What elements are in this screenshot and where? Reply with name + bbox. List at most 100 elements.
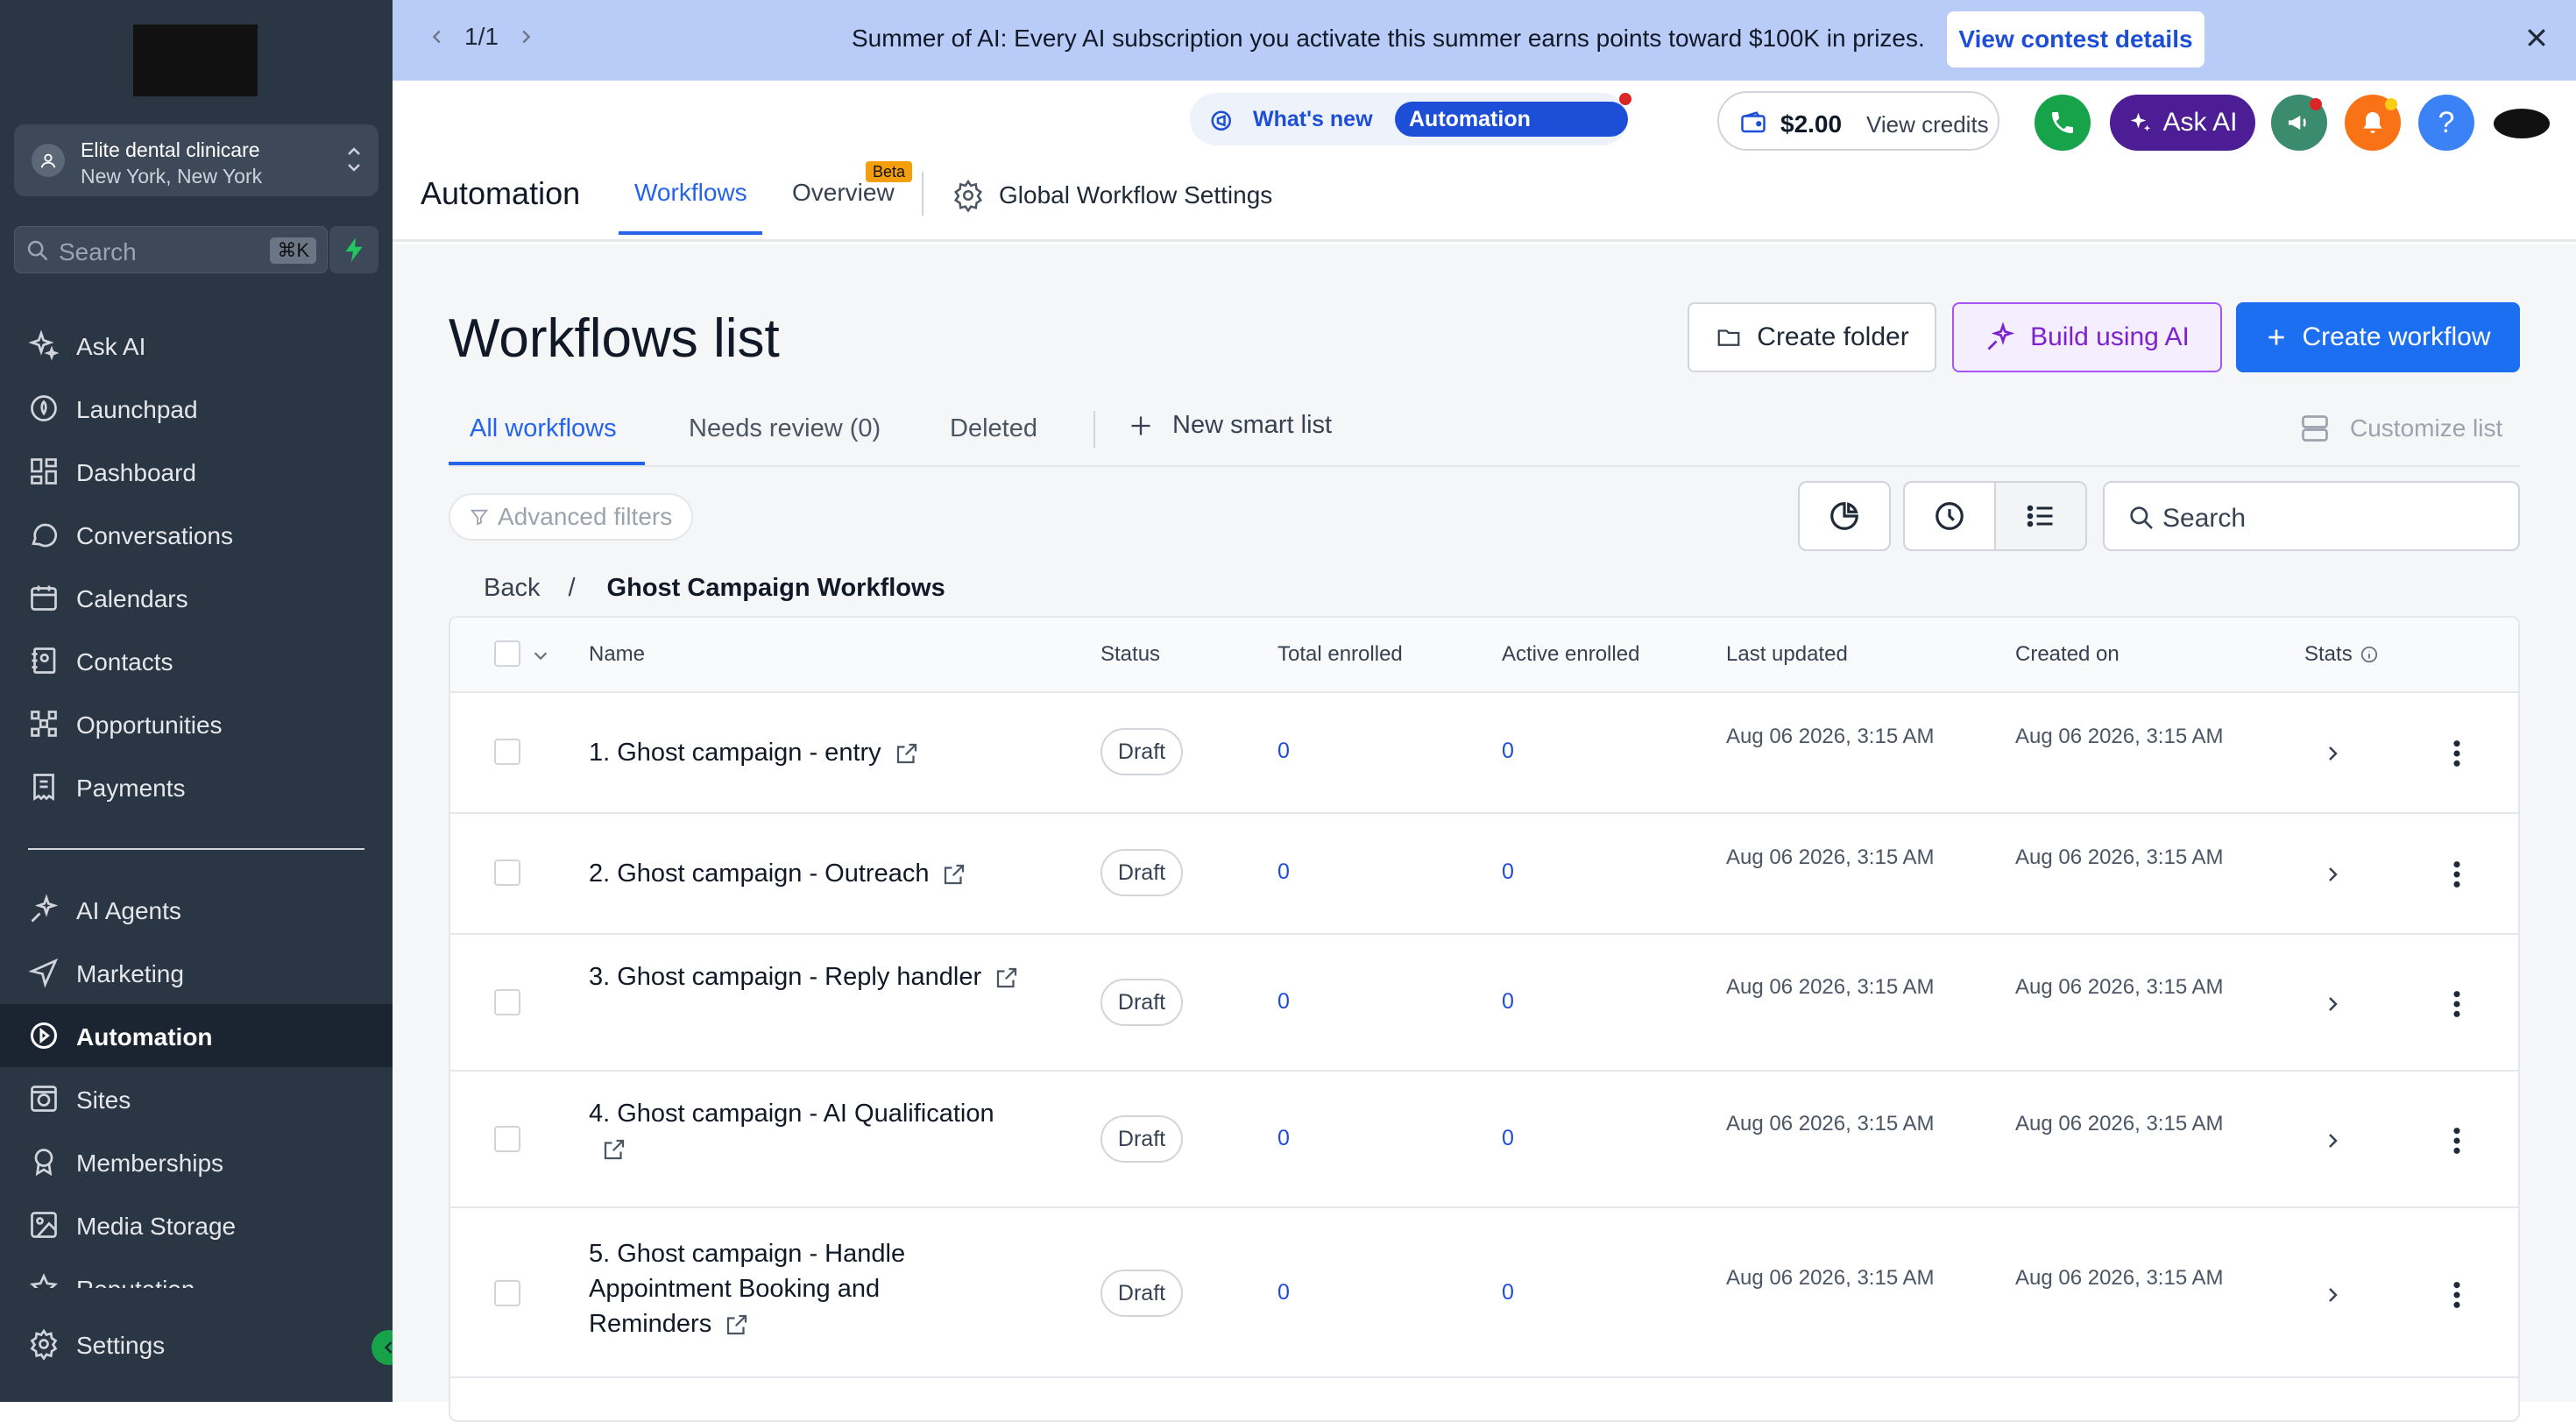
announcements-button[interactable]	[2271, 95, 2327, 151]
credits-amount: $2.00	[1780, 110, 1843, 138]
more-options-icon[interactable]	[2452, 860, 2462, 889]
table-row[interactable]: 3. Ghost campaign - Reply handler Draft …	[450, 935, 2518, 1072]
tab-deleted[interactable]: Deleted	[950, 414, 1037, 443]
chevron-right-icon[interactable]	[2322, 742, 2343, 765]
automation-updates-badge[interactable]: Automation updates	[1395, 102, 1628, 166]
sidebar-item-dashboard[interactable]: Dashboard	[0, 440, 393, 503]
external-link-icon[interactable]	[941, 861, 967, 888]
close-icon[interactable]	[2523, 25, 2550, 51]
sidebar-item-label: Reputation	[76, 1276, 195, 1288]
help-button[interactable]: ?	[2418, 95, 2474, 151]
workflow-name[interactable]: 1. Ghost campaign - entry	[589, 735, 1044, 770]
row-checkbox[interactable]	[494, 1126, 520, 1152]
sidebar-item-conversations[interactable]: Conversations	[0, 503, 393, 566]
row-checkbox[interactable]	[494, 860, 520, 886]
view-contest-button[interactable]: View contest details	[1947, 11, 2204, 67]
advanced-filters-button[interactable]: Advanced filters	[449, 493, 694, 541]
build-using-ai-button[interactable]: Build using AI	[1952, 302, 2222, 372]
phone-button[interactable]	[2035, 95, 2091, 151]
tab-needs-review[interactable]: Needs review (0)	[689, 414, 881, 443]
create-workflow-button[interactable]: Create workflow	[2236, 302, 2520, 372]
table-row[interactable]: 1. Ghost campaign - entry Draft 0 0 Aug …	[450, 693, 2518, 814]
stats-header-label: Stats	[2304, 642, 2353, 666]
row-checkbox[interactable]	[494, 739, 520, 765]
notification-dot	[2385, 98, 2397, 110]
sidebar-item-launchpad[interactable]: Launchpad	[0, 377, 393, 440]
create-folder-button[interactable]: Create folder	[1688, 302, 1936, 372]
active-enrolled-value[interactable]: 0	[1502, 989, 1514, 1015]
history-view-button[interactable]	[1903, 481, 1996, 551]
breadcrumb-back[interactable]: Back	[484, 574, 540, 602]
search-icon	[2130, 506, 2153, 529]
customize-list-button[interactable]: Customize list	[2299, 413, 2502, 444]
quick-action-button[interactable]	[329, 226, 379, 273]
total-enrolled-value[interactable]: 0	[1277, 739, 1290, 764]
chevron-left-icon[interactable]	[428, 25, 447, 49]
active-enrolled-value[interactable]: 0	[1502, 860, 1514, 885]
sidebar-item-settings[interactable]: Settings	[0, 1312, 393, 1376]
chevron-right-icon[interactable]	[2322, 993, 2343, 1015]
row-checkbox[interactable]	[494, 1280, 520, 1306]
sidebar-item-memberships[interactable]: Memberships	[0, 1130, 393, 1193]
active-enrolled-value[interactable]: 0	[1502, 1126, 1514, 1151]
external-link-icon[interactable]	[894, 740, 920, 767]
account-switcher[interactable]: Elite dental clinicare New York, New Yor…	[14, 124, 379, 196]
sidebar-item-opportunities[interactable]: Opportunities	[0, 692, 393, 755]
sidebar-item-automation[interactable]: Automation	[0, 1004, 393, 1067]
sidebar-item-payments[interactable]: Payments	[0, 755, 393, 818]
chevron-right-icon[interactable]	[516, 25, 535, 49]
table-row[interactable]: 4. Ghost campaign - AI Qualification Dra…	[450, 1072, 2518, 1208]
chevron-down-icon[interactable]	[531, 646, 550, 665]
sidebar-search-input[interactable]: Search ⌘K	[14, 226, 328, 273]
chevron-right-icon[interactable]	[2322, 1129, 2343, 1152]
active-enrolled-value[interactable]: 0	[1502, 739, 1514, 764]
chevron-right-icon[interactable]	[2322, 1284, 2343, 1306]
whats-new-pill[interactable]: What's new Automation updates	[1190, 93, 1631, 166]
notifications-button[interactable]	[2345, 95, 2401, 151]
global-workflow-settings-button[interactable]: Global Workflow Settings	[952, 179, 1272, 212]
tab-overview[interactable]: Overview	[792, 179, 895, 207]
info-icon[interactable]	[2360, 645, 2379, 664]
more-options-icon[interactable]	[2452, 1280, 2462, 1310]
workflow-name[interactable]: 3. Ghost campaign - Reply handler	[589, 959, 1027, 994]
last-updated-value: Aug 06 2026, 3:15 AM	[1726, 1266, 1935, 1290]
sidebar-item-calendars[interactable]: Calendars	[0, 566, 393, 629]
sidebar-item-contacts[interactable]: Contacts	[0, 629, 393, 692]
select-all-checkbox[interactable]	[494, 640, 520, 667]
more-options-icon[interactable]	[2452, 1126, 2462, 1156]
total-enrolled-value[interactable]: 0	[1277, 1126, 1290, 1151]
sidebar-item-ask-ai[interactable]: Ask AI	[0, 314, 393, 377]
ask-ai-button[interactable]: Ask AI	[2110, 95, 2255, 151]
sidebar-item-marketing[interactable]: Marketing	[0, 941, 393, 1004]
workflow-search-input[interactable]: Search	[2103, 481, 2520, 551]
build-using-ai-label: Build using AI	[2030, 322, 2190, 351]
avatar[interactable]	[2494, 109, 2550, 138]
more-options-icon[interactable]	[2452, 989, 2462, 1019]
row-checkbox[interactable]	[494, 989, 520, 1015]
list-view-button[interactable]	[1994, 481, 2087, 551]
workflow-name[interactable]: 5. Ghost campaign - Handle Appointment B…	[589, 1236, 957, 1341]
create-workflow-label: Create workflow	[2302, 322, 2491, 351]
active-enrolled-value[interactable]: 0	[1502, 1280, 1514, 1305]
sidebar-item-reputation[interactable]: Reputation	[0, 1256, 393, 1288]
workflow-name[interactable]: 4. Ghost campaign - AI Qualification	[589, 1096, 1027, 1166]
total-enrolled-value[interactable]: 0	[1277, 860, 1290, 885]
table-row[interactable]: 2. Ghost campaign - Outreach Draft 0 0 A…	[450, 814, 2518, 935]
sidebar-item-media-storage[interactable]: Media Storage	[0, 1193, 393, 1256]
external-link-icon[interactable]	[994, 965, 1020, 991]
total-enrolled-value[interactable]: 0	[1277, 1280, 1290, 1305]
external-link-icon[interactable]	[601, 1136, 627, 1163]
tab-workflows[interactable]: Workflows	[634, 179, 747, 207]
new-smart-list-button[interactable]: New smart list	[1129, 411, 1332, 440]
sidebar-item-ai-agents[interactable]: AI Agents	[0, 878, 393, 941]
external-link-icon[interactable]	[724, 1312, 750, 1338]
total-enrolled-value[interactable]: 0	[1277, 989, 1290, 1015]
table-row[interactable]: 5. Ghost campaign - Handle Appointment B…	[450, 1208, 2518, 1378]
tab-all-workflows[interactable]: All workflows	[470, 414, 617, 443]
sidebar-item-sites[interactable]: Sites	[0, 1067, 393, 1130]
credits-button[interactable]: $2.00 View credits	[1717, 91, 1999, 151]
stats-view-button[interactable]	[1798, 481, 1891, 551]
workflow-name[interactable]: 2. Ghost campaign - Outreach	[589, 856, 1044, 891]
chevron-right-icon[interactable]	[2322, 863, 2343, 886]
more-options-icon[interactable]	[2452, 739, 2462, 768]
